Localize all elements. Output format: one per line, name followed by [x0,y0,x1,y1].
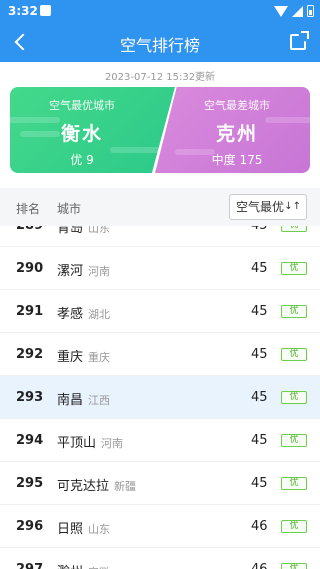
best-city-score: 优 9 [70,153,94,167]
worst-city-score: 中度 175 [211,153,263,167]
best-worst-cards: 空气最优城市 衡水 优 9 空气最差城市 克州 中度 175 [10,87,310,173]
table-row[interactable]: 295 可克达拉 新疆 45 优 [0,462,320,505]
ranking-list[interactable]: 289青岛山东45优290漯河河南45优291孝感湖北45优292重庆重庆45优… [0,226,320,569]
table-row[interactable]: 296 日照 山东 46 优 [0,505,320,548]
table-row[interactable]: 297 滁州安徽 46 优 [0,548,320,569]
row-rank: 296 [16,519,44,534]
best-card-label: 空气最优城市 [49,99,115,112]
row-city: 青岛 山东 [57,226,110,236]
table-row[interactable]: 290 漯河 河南 45 优 [0,247,320,290]
city-name: 孝感 [57,307,84,322]
row-city: 孝感 湖北 [57,303,110,322]
row-rank: 293 [16,390,44,405]
table-row[interactable]: 294 平顶山 河南 45 优 [0,419,320,462]
row-city: 平顶山 河南 [57,432,123,451]
row-city: 漯河 河南 [57,260,110,279]
province-name: 河南 [101,437,124,450]
row-rank: 290 [16,261,44,276]
table-row[interactable]: 293 南昌 江西 45 优 [0,376,320,419]
ranking-list-inner: 289青岛山东45优290漯河河南45优291孝感湖北45优292重庆重庆45优… [0,226,320,569]
status-time: 3:32 [8,4,38,18]
aqi-level-badge: 优 [281,434,307,447]
province-name: 湖北 [88,308,111,321]
worst-city-name: 克州 [215,123,258,145]
aqi-value: 45 [251,390,268,405]
sort-label: 空气最优 [236,200,285,214]
share-button[interactable] [288,30,310,52]
city-name: 漯河 [57,264,84,279]
province-name: 重庆 [88,351,111,364]
province-name: 新疆 [114,480,137,493]
signal-icon [292,5,303,17]
province-name: 山东 [88,523,111,536]
row-city: 南昌 江西 [57,389,110,408]
city-name: 滁州 [57,565,83,569]
status-bar: 3:32 [0,0,320,22]
row-rank: 292 [16,347,44,362]
sort-icon: ↓↑ [284,201,301,212]
table-row[interactable]: 291 孝感 湖北 45 优 [0,290,320,333]
battery-icon [307,5,314,17]
table-row[interactable]: 292 重庆 重庆 45 优 [0,333,320,376]
top-bar: 3:32 空气排行榜 [0,0,320,62]
city-name: 平顶山 [57,436,97,451]
aqi-value: 46 [251,519,268,534]
row-rank: 294 [16,433,44,448]
status-icons [274,4,314,18]
aqi-value: 45 [251,476,268,491]
best-city-name: 衡水 [60,123,103,145]
province-name: 河南 [88,265,111,278]
aqi-level-badge: 优 [281,391,307,404]
row-city: 滁州安徽 [57,561,110,569]
province-name: 山东 [88,226,111,235]
province-name: 江西 [88,394,111,407]
aqi-level-badge: 优 [281,477,307,490]
city-name: 日照 [57,522,84,537]
row-city: 可克达拉 新疆 [57,475,136,494]
aqi-level-badge: 优 [281,348,307,361]
aqi-level-badge: 优 [281,520,307,533]
aqi-level-badge: 优 [281,305,307,318]
aqi-value: 45 [251,433,268,448]
update-time: 2023-07-12 15:32更新 [104,72,216,83]
wifi-icon [274,5,288,17]
table-header: 排名 城市 空气最优 ↓↑ [0,188,320,226]
row-rank: 295 [16,476,44,491]
rank-column-header: 排名 [16,202,41,216]
page-title: 空气排行榜 [119,36,200,55]
share-arrow-icon [301,31,309,39]
table-row[interactable]: 289 青岛山东 45 优 [0,226,320,247]
sort-button[interactable]: 空气最优 ↓↑ [229,194,307,220]
aqi-value: 45 [251,226,268,233]
worst-card-label: 空气最差城市 [204,99,270,112]
nav-bar: 空气排行榜 [0,22,320,62]
city-column-header: 城市 [57,202,82,216]
row-city: 重庆 重庆 [57,346,110,365]
city-name: 南昌 [57,393,84,408]
best-city-card[interactable]: 空气最优城市 衡水 优 9 [10,87,175,173]
worst-city-card[interactable]: 空气最差城市 克州 中度 175 [155,87,310,173]
aqi-level-badge: 优 [281,563,307,569]
row-rank: 291 [16,304,44,319]
aqi-value: 45 [251,261,268,276]
row-city: 日照 山东 [57,518,110,537]
city-name: 重庆 [57,350,84,365]
aqi-level-badge: 优 [281,226,307,232]
row-rank: 289 [16,226,43,233]
row-rank: 297 [16,562,43,569]
aqi-level-badge: 优 [281,262,307,275]
city-name: 可克达拉 [57,479,110,494]
notification-icon [40,5,51,16]
aqi-value: 45 [251,347,268,362]
aqi-value: 45 [251,304,268,319]
city-name: 青岛 [57,226,84,236]
aqi-value: 46 [251,562,268,569]
